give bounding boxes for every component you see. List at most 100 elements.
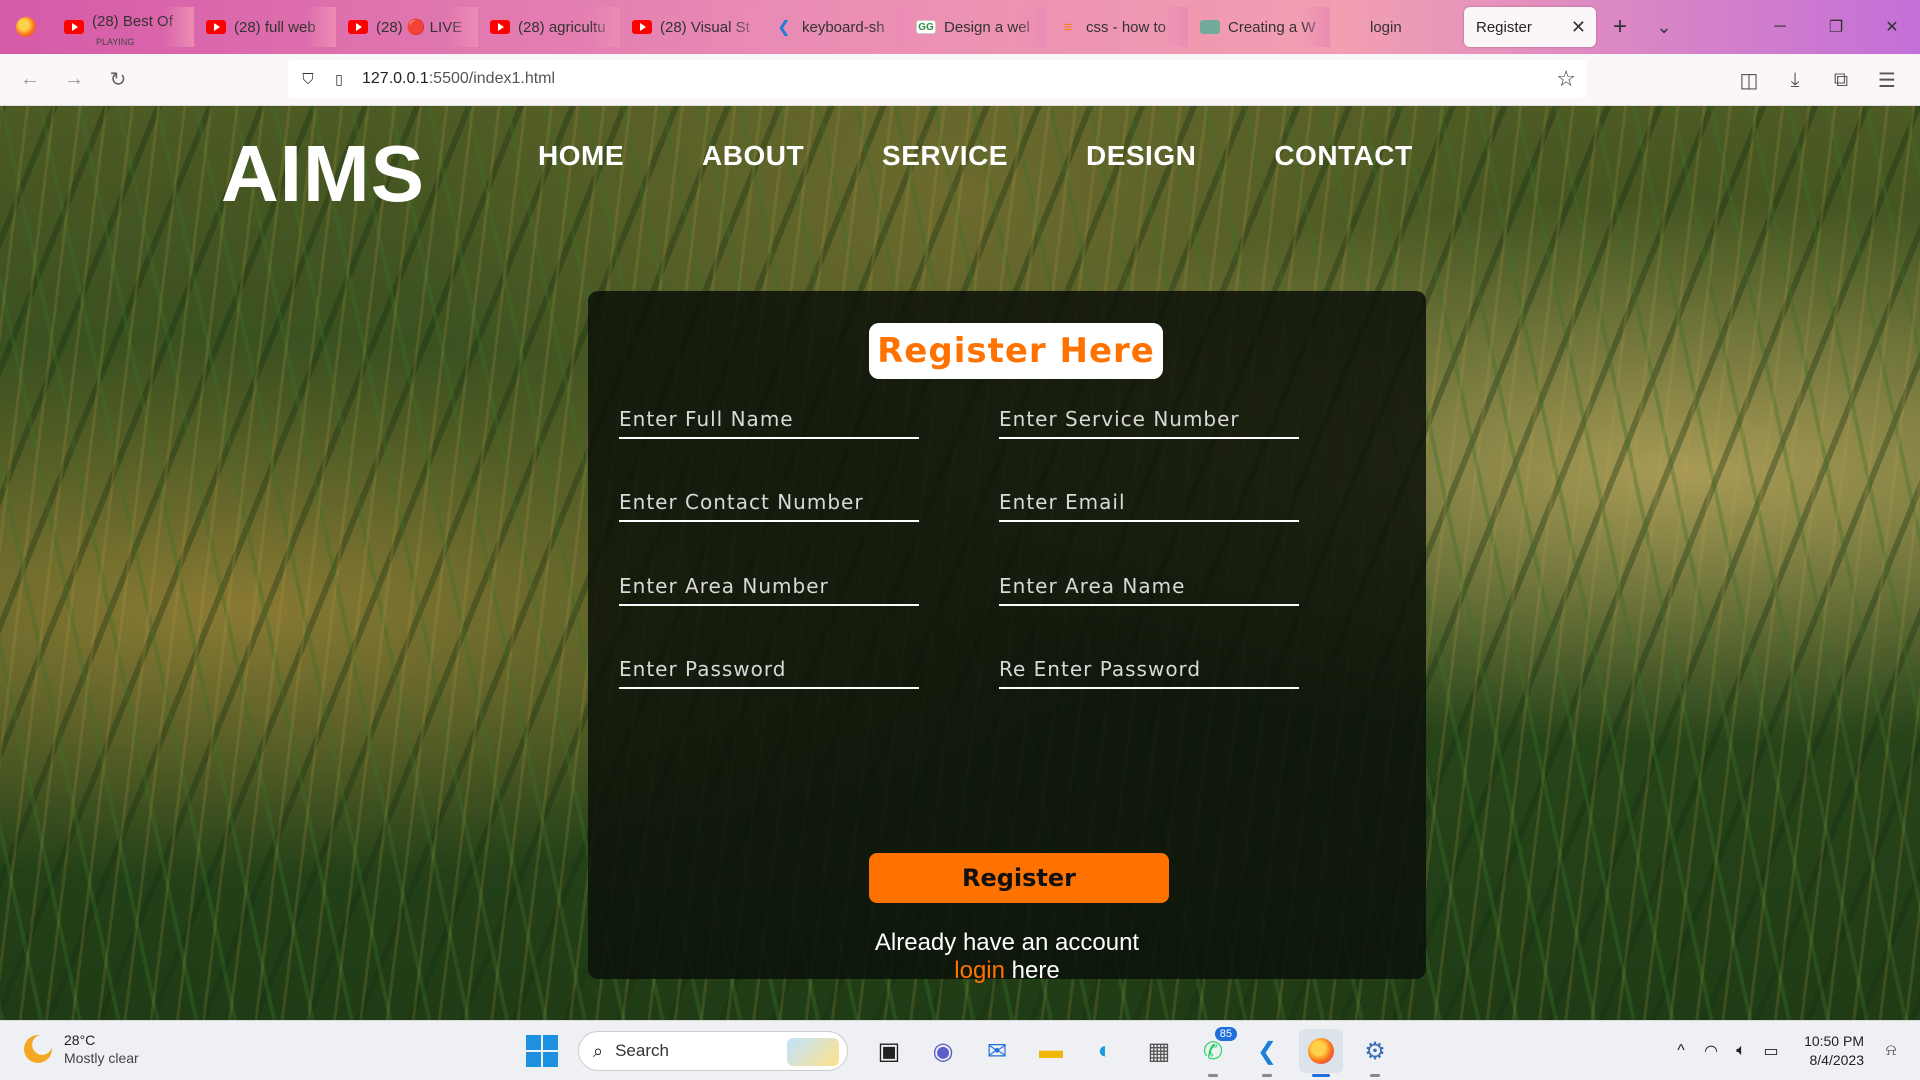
browser-tab[interactable]: (28) agricultu xyxy=(478,7,620,47)
reload-button[interactable]: ↻ xyxy=(96,58,140,102)
browser-tab[interactable]: GG Design a wel xyxy=(904,7,1046,47)
close-tab-icon[interactable]: ✕ xyxy=(1571,17,1586,38)
firefox-view-button[interactable] xyxy=(0,0,52,54)
battery-icon[interactable]: ▭ xyxy=(1756,1041,1786,1061)
close-window-button[interactable]: ✕ xyxy=(1864,0,1920,54)
task-view-icon[interactable]: ▣ xyxy=(867,1029,911,1073)
area-number-field xyxy=(619,564,919,606)
taskbar-apps: ⌕ Search ▣ ◉ ✉ ▬ ◐ ▦ ✆ 85 ❮ ⚙ xyxy=(526,1027,1402,1077)
login-prompt-text: Already have an account xyxy=(874,929,1140,956)
youtube-icon xyxy=(206,20,226,34)
clock[interactable]: 10:50 PM 8/4/2023 xyxy=(1804,1032,1864,1070)
register-button[interactable]: Register xyxy=(869,853,1169,903)
mail-icon[interactable]: ✉ xyxy=(975,1029,1019,1073)
settings-app-icon[interactable]: ⚙ xyxy=(1353,1029,1397,1077)
extensions-icon[interactable]: ⧉ xyxy=(1818,69,1864,92)
browser-tab[interactable]: ≡ css - how to xyxy=(1046,7,1188,47)
downloads-icon[interactable]: ⤓ xyxy=(1772,69,1818,92)
calculator-icon[interactable]: ▦ xyxy=(1137,1029,1181,1073)
password-input[interactable] xyxy=(619,647,919,687)
login-link[interactable]: login xyxy=(954,957,1005,984)
browser-tab[interactable]: (28) full web xyxy=(194,7,336,47)
youtube-icon xyxy=(632,20,652,34)
page-info-icon[interactable]: ▯ xyxy=(330,69,348,89)
nav-contact[interactable]: CONTACT xyxy=(1274,140,1412,172)
toolbar-right: ◫ ⤓ ⧉ ☰ xyxy=(1726,54,1910,106)
notification-bell-icon[interactable]: ⍾ xyxy=(1876,1042,1906,1060)
form-title: Register Here xyxy=(869,323,1163,379)
area-name-input[interactable] xyxy=(999,564,1299,604)
area-number-input[interactable] xyxy=(619,564,919,604)
clock-time: 10:50 PM xyxy=(1804,1033,1864,1049)
browser-tab-active[interactable]: Register ✕ xyxy=(1464,7,1596,47)
volume-icon[interactable]: 🔈︎ xyxy=(1726,1042,1756,1060)
tab-title: css - how to xyxy=(1086,18,1167,36)
email-input[interactable] xyxy=(999,480,1299,520)
taskbar: 28°C Mostly clear ⌕ Search ▣ ◉ ✉ ▬ ◐ ▦ ✆… xyxy=(0,1020,1920,1080)
page-viewport: AIMS HOME ABOUT SERVICE DESIGN CONTACT R… xyxy=(0,106,1920,1020)
confirm-password-field xyxy=(999,647,1299,689)
pocket-icon[interactable]: ◫ xyxy=(1726,68,1772,93)
weather-widget[interactable]: 28°C Mostly clear xyxy=(24,1031,139,1067)
address-bar[interactable]: ⛉ ▯ 127.0.0.1:5500/index1.html ☆ xyxy=(288,60,1586,98)
clock-date: 8/4/2023 xyxy=(1809,1052,1865,1068)
url-text[interactable]: 127.0.0.1:5500/index1.html xyxy=(362,70,555,88)
menu-icon[interactable]: ☰ xyxy=(1864,68,1910,93)
youtube-icon xyxy=(490,20,510,34)
moon-icon xyxy=(24,1035,52,1063)
service-number-field xyxy=(999,397,1299,439)
minimize-button[interactable]: ─ xyxy=(1752,0,1808,54)
wifi-icon[interactable]: ◠ xyxy=(1696,1041,1726,1061)
blank-page-icon xyxy=(1342,20,1362,34)
browser-tab[interactable]: login xyxy=(1330,7,1456,47)
firefox-taskbar-icon[interactable] xyxy=(1299,1029,1343,1077)
window-controls: ─ ❐ ✕ xyxy=(1752,0,1920,54)
search-highlight-image xyxy=(787,1038,839,1066)
system-tray: ^ ◠ 🔈︎ ▭ 10:50 PM 8/4/2023 ⍾ xyxy=(1666,1021,1906,1080)
new-tab-button[interactable]: + xyxy=(1596,13,1644,41)
tab-title: (28) full web xyxy=(234,18,316,36)
file-explorer-icon[interactable]: ▬ xyxy=(1029,1029,1073,1073)
browser-tab[interactable]: (28) 🔴 LIVE xyxy=(336,7,478,47)
shield-icon[interactable]: ⛉ xyxy=(298,69,318,89)
tab-title: Register xyxy=(1476,18,1532,36)
service-number-input[interactable] xyxy=(999,397,1299,437)
whatsapp-icon[interactable]: ✆ 85 xyxy=(1191,1027,1237,1077)
restore-button[interactable]: ❐ xyxy=(1808,0,1864,54)
nav-service[interactable]: SERVICE xyxy=(882,140,1008,172)
browser-tab[interactable]: ❮ keyboard-sh xyxy=(762,7,904,47)
tab-title: (28) Best Of xyxy=(92,12,173,30)
nav-home[interactable]: HOME xyxy=(538,140,624,172)
bookmark-star-icon[interactable]: ☆ xyxy=(1556,66,1576,92)
chevron-up-icon[interactable]: ^ xyxy=(1666,1042,1696,1060)
stackoverflow-icon: ≡ xyxy=(1063,18,1073,36)
teams-chat-icon[interactable]: ◉ xyxy=(921,1029,965,1073)
firefox-icon xyxy=(16,17,36,37)
vscode-taskbar-icon[interactable]: ❮ xyxy=(1245,1029,1289,1077)
contact-number-input[interactable] xyxy=(619,480,919,520)
tab-title: keyboard-sh xyxy=(802,18,885,36)
nav-design[interactable]: DESIGN xyxy=(1086,140,1196,172)
confirm-password-input[interactable] xyxy=(999,647,1299,687)
browser-tab[interactable]: Creating a W xyxy=(1188,7,1330,47)
tab-bar: (28) Best Of PLAYING (28) full web (28) … xyxy=(0,0,1920,54)
nav-about[interactable]: ABOUT xyxy=(702,140,804,172)
start-button[interactable] xyxy=(526,1035,558,1067)
browser-tab[interactable]: (28) Visual St xyxy=(620,7,762,47)
login-prompt: Already have an account login here xyxy=(588,929,1426,985)
list-all-tabs-button[interactable]: ⌄ xyxy=(1644,17,1684,38)
password-field xyxy=(619,647,919,689)
chatgpt-icon xyxy=(1200,20,1220,34)
site-logo: AIMS xyxy=(221,129,425,218)
back-button[interactable]: ← xyxy=(8,58,52,102)
taskbar-search[interactable]: ⌕ Search xyxy=(578,1031,848,1071)
browser-tab[interactable]: (28) Best Of PLAYING xyxy=(52,7,194,47)
login-prompt-suffix: here xyxy=(1005,957,1060,984)
contact-number-field xyxy=(619,480,919,522)
area-name-field xyxy=(999,564,1299,606)
edge-icon[interactable]: ◐ xyxy=(1083,1029,1127,1073)
full-name-input[interactable] xyxy=(619,397,919,437)
forward-button[interactable]: → xyxy=(52,58,96,102)
url-path: :5500/index1.html xyxy=(428,70,556,87)
url-host: 127.0.0.1 xyxy=(362,70,429,87)
